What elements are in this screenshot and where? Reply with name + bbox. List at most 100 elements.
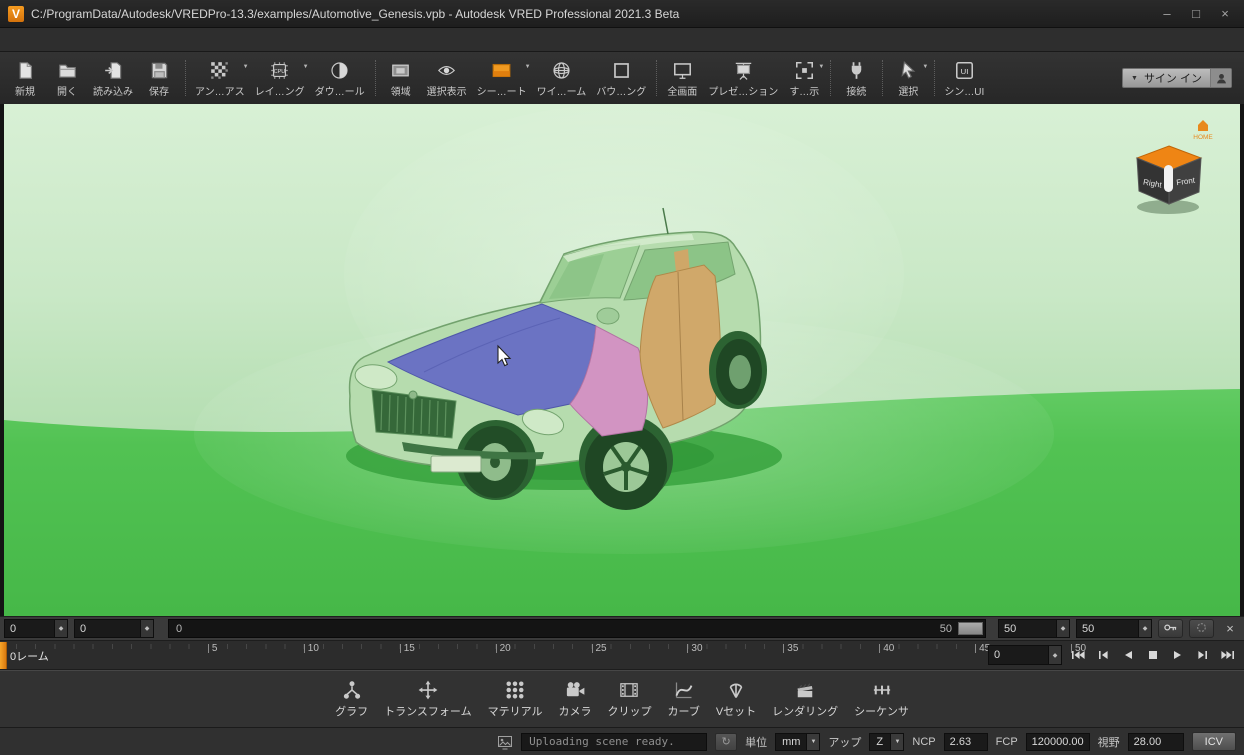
toolbar-button-wireframe[interactable]: ワイ…ーム	[532, 52, 592, 104]
playback-button-stop[interactable]	[1141, 645, 1165, 665]
signin-button[interactable]: ▼ サイン イン	[1122, 68, 1232, 88]
module-button-camera[interactable]: カメラ	[556, 680, 593, 719]
toolbar-button-label: シン…UI	[944, 87, 985, 98]
playback-button-play-reverse[interactable]	[1116, 645, 1140, 665]
end-frame-field[interactable]: 50 ◆	[998, 619, 1070, 638]
spinner-diamond-icon[interactable]: ◆	[140, 620, 153, 637]
playback-frame-field[interactable]: 0 ◆	[988, 645, 1062, 665]
module-button-render-settings[interactable]: レンダリング	[770, 680, 840, 719]
titlebar: V C:/ProgramData/Autodesk/VREDPro-13.3/e…	[0, 0, 1244, 28]
dropdown-arrow-icon[interactable]: ▼	[806, 733, 820, 750]
toolbar-button-simple-ui[interactable]: UI シン…UI	[939, 52, 989, 104]
toolbar-button-label: アン…アス	[195, 87, 245, 98]
close-button[interactable]: ×	[1214, 6, 1236, 21]
slider-handle[interactable]	[958, 622, 983, 635]
toolbar-button-downscale[interactable]: ダウ…ール	[310, 52, 376, 104]
timeline-close-button[interactable]: ×	[1220, 621, 1240, 636]
save-icon	[150, 59, 169, 81]
main-toolbar: 新規 開く 読み込み 保存 ▼ アン…アス CPU ▼ レイ…ング ダウ…ール …	[0, 52, 1244, 104]
toolbar-button-label: ワイ…ーム	[536, 87, 587, 98]
toolbar-button-isolate-view[interactable]: 選択表示	[422, 52, 472, 104]
fullscreen-icon	[673, 59, 692, 81]
dropdown-arrow-icon[interactable]: ▼	[243, 64, 249, 70]
module-button-clip[interactable]: クリップ	[605, 680, 653, 719]
camera-icon	[565, 680, 585, 700]
toolbar-button-save[interactable]: 保存	[138, 52, 186, 104]
playback-button-step-back[interactable]	[1091, 645, 1115, 665]
timeline-range-slider[interactable]: 0 50	[168, 619, 986, 638]
playback-button-play[interactable]	[1166, 645, 1190, 665]
frame-ruler-row: 0レーム 5 10 15 20 25 30 35 40 45 50 0 ◆	[0, 640, 1244, 670]
module-button-vset[interactable]: Vセット	[714, 680, 758, 719]
snap-button[interactable]	[1189, 619, 1214, 638]
module-button-sequencer[interactable]: シーケンサ	[852, 680, 911, 719]
spinner-diamond-icon[interactable]: ◆	[1048, 646, 1061, 664]
playback-button-skip-end[interactable]	[1216, 645, 1240, 665]
toolbar-button-open-folder[interactable]: 開く	[46, 52, 88, 104]
scene-canvas[interactable]: HOME Right Front	[4, 104, 1240, 616]
toolbar-button-render-region[interactable]: 領域	[380, 52, 422, 104]
toolbar-button-presentation[interactable]: プレゼ…ション	[703, 52, 783, 104]
dropdown-arrow-icon[interactable]: ▼	[303, 64, 309, 70]
module-label: トランスフォーム	[384, 705, 472, 718]
dropdown-arrow-icon[interactable]: ▼	[525, 64, 531, 70]
play-reverse-icon	[1121, 648, 1135, 663]
frame-ruler[interactable]: 5 10 15 20 25 30 35 40 45 50	[16, 641, 1086, 669]
spinner-diamond-icon[interactable]: ◆	[1138, 620, 1151, 637]
playback-controls	[1066, 645, 1240, 665]
ruler-tick-35: 35	[783, 644, 798, 654]
frame-ruler-label: 0レーム	[10, 651, 49, 663]
viewport-3d[interactable]: HOME Right Front	[4, 104, 1240, 616]
toolbar-button-new-file[interactable]: 新規	[4, 52, 46, 104]
dropdown-arrow-icon[interactable]: ▼	[818, 64, 824, 70]
maximize-button[interactable]: □	[1185, 6, 1207, 21]
timeline-controls: 0 ◆ 0 ◆ 0 50 50 ◆ 50 ◆ ×	[0, 616, 1244, 640]
ruler-tick-5: 5	[207, 644, 217, 654]
playback-button-step-forward[interactable]	[1191, 645, 1215, 665]
toolbar-button-fullscreen[interactable]: 全画面	[661, 52, 703, 104]
toolbar-button-raytracing[interactable]: CPU ▼ レイ…ング	[250, 52, 310, 104]
render-region-icon	[391, 59, 410, 81]
module-button-transform[interactable]: トランスフォーム	[382, 680, 473, 719]
unit-select[interactable]: mm ▼	[775, 732, 821, 751]
refresh-button[interactable]: ↻	[715, 732, 738, 751]
toolbar-button-bounding-box[interactable]: バウ…ング	[591, 52, 658, 104]
fcp-field[interactable]: 120000.00	[1025, 732, 1090, 751]
status-message: Uploading scene ready.	[521, 732, 708, 751]
dropdown-arrow-icon[interactable]: ▼	[922, 64, 928, 70]
playback-button-skip-start[interactable]	[1066, 645, 1090, 665]
open-folder-icon	[58, 59, 77, 81]
playhead-marker[interactable]	[0, 642, 7, 669]
current-frame-field[interactable]: 0 ◆	[74, 619, 154, 638]
module-label: カーブ	[667, 705, 700, 718]
minimize-button[interactable]: –	[1156, 6, 1178, 21]
toolbar-button-select-tool[interactable]: ▼ 選択	[887, 52, 936, 104]
icv-button[interactable]: ICV	[1191, 732, 1236, 751]
spinner-diamond-icon[interactable]: ◆	[54, 620, 67, 637]
module-button-curve[interactable]: カーブ	[665, 680, 701, 719]
toolbar-button-antialias[interactable]: ▼ アン…アス	[190, 52, 250, 104]
toolbar-button-label: シー…ート	[476, 87, 527, 98]
module-label: クリップ	[607, 705, 652, 718]
ncp-field[interactable]: 2.63	[943, 732, 988, 751]
module-button-scenegraph[interactable]: グラフ	[333, 680, 370, 719]
toolbar-button-connect[interactable]: 接続	[835, 52, 884, 104]
fov-value: 28.00	[1133, 735, 1162, 748]
rear-wheel[interactable]	[709, 331, 767, 409]
module-button-material[interactable]: マテリアル	[486, 680, 545, 719]
up-axis-select[interactable]: Z ▼	[869, 732, 905, 751]
stop-icon	[1146, 648, 1160, 663]
toolbar-button-import-file[interactable]: 読み込み	[88, 52, 138, 104]
auto-key-button[interactable]	[1158, 619, 1183, 638]
spinner-diamond-icon[interactable]: ◆	[1056, 620, 1069, 637]
toolbar-button-display-all[interactable]: ▼ す…示	[783, 52, 832, 104]
fov-field[interactable]: 28.00	[1127, 732, 1184, 751]
toolbar-button-backplate[interactable]: ▼ シー…ート	[472, 52, 532, 104]
range-frame-field[interactable]: 50 ◆	[1076, 619, 1152, 638]
dropdown-arrow-icon[interactable]: ▼	[890, 733, 904, 750]
menubar	[0, 28, 1244, 52]
start-frame-field[interactable]: 0 ◆	[4, 619, 68, 638]
license-plate	[430, 455, 482, 473]
step-back-icon	[1096, 648, 1110, 663]
toolbar-button-label: プレゼ…ション	[708, 87, 779, 98]
